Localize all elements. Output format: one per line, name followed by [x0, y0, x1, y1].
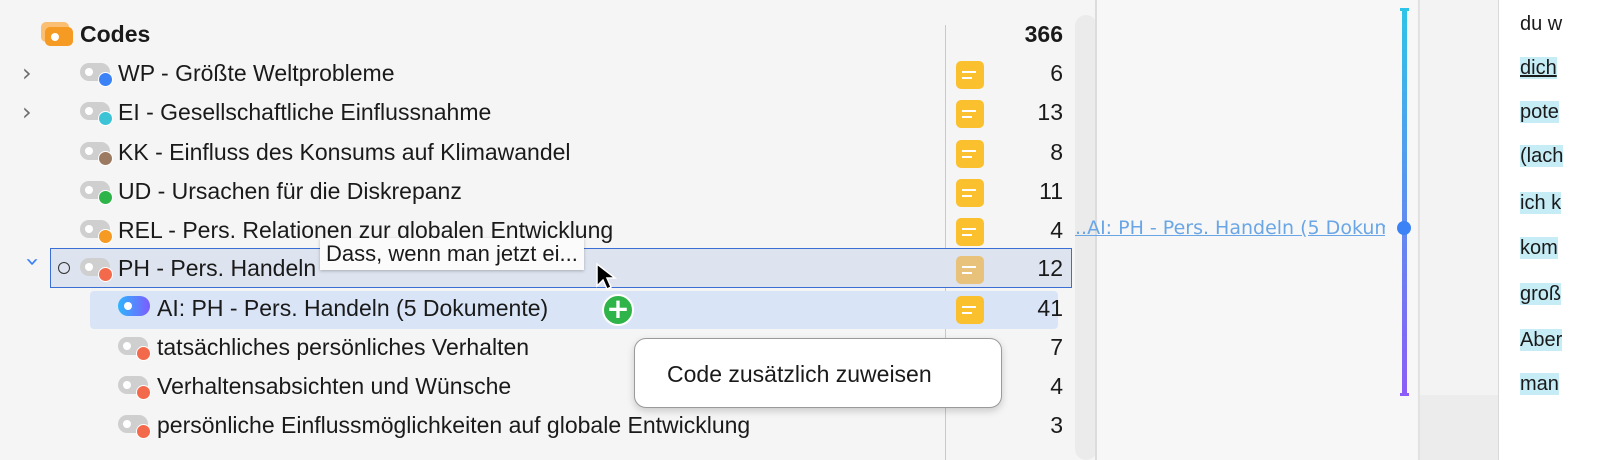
- memo-icon[interactable]: [956, 218, 984, 246]
- code-tag-icon: [118, 337, 151, 361]
- code-color-dot: [98, 72, 113, 87]
- code-color-dot: [98, 190, 113, 205]
- code-tag-icon: [80, 258, 113, 282]
- document-line: (lach: [1520, 145, 1564, 167]
- coding-stripe-bottom: [1400, 393, 1409, 396]
- code-color-dot: [136, 424, 151, 439]
- assign-code-popup[interactable]: Code zusätzlich zuweisen: [634, 338, 1002, 408]
- code-row-wp[interactable]: › WP - Größte Weltprobleme 6: [0, 53, 1075, 93]
- chevron-down-icon[interactable]: ›: [19, 257, 47, 279]
- document-line: man: [1520, 373, 1559, 395]
- code-label: Verhaltensabsichten und Wünsche: [157, 373, 512, 399]
- code-label: WP - Größte Weltprobleme: [118, 60, 395, 86]
- memo-icon[interactable]: [956, 179, 984, 207]
- code-color-dot: [136, 346, 151, 361]
- code-count: 11: [1039, 178, 1063, 204]
- memo-icon[interactable]: [956, 256, 984, 284]
- code-label: KK - Einfluss des Konsums auf Klimawande…: [118, 139, 571, 165]
- code-count: 12: [1037, 255, 1063, 281]
- code-tag-icon: [80, 63, 113, 87]
- code-row-ei[interactable]: › EI - Gesellschaftliche Einflussnahme 1…: [0, 92, 1075, 132]
- memo-icon[interactable]: [956, 100, 984, 128]
- code-tag-icon: [80, 181, 113, 205]
- code-row-einfluss[interactable]: persönliche Einflussmöglichkeiten auf gl…: [0, 405, 1075, 445]
- memo-icon[interactable]: [956, 140, 984, 168]
- code-count: 7: [1050, 334, 1063, 360]
- coding-stripe-handle[interactable]: [1397, 221, 1411, 235]
- assign-code-menu-item[interactable]: Code zusätzlich zuweisen: [667, 361, 932, 387]
- code-count: 3: [1050, 412, 1063, 438]
- codes-total-count: 366: [1024, 21, 1063, 47]
- code-label: PH - Pers. Handeln: [118, 255, 317, 281]
- document-line: Aber: [1520, 329, 1563, 351]
- code-count: 4: [1050, 217, 1063, 243]
- code-label: persönliche Einflussmöglichkeiten auf gl…: [157, 412, 751, 438]
- code-tag-icon: [118, 376, 151, 400]
- code-row-ai-ph[interactable]: AI: PH - Pers. Handeln (5 Dokumente) 41: [0, 288, 1075, 328]
- coding-stripe-top: [1400, 8, 1409, 11]
- memo-icon[interactable]: [956, 296, 984, 324]
- add-code-plus-icon: +: [602, 294, 634, 326]
- chevron-right-icon[interactable]: ›: [22, 61, 44, 85]
- code-count: 13: [1037, 99, 1063, 125]
- code-count: 41: [1037, 295, 1063, 321]
- code-row-kk[interactable]: KK - Einfluss des Konsums auf Klimawande…: [0, 132, 1075, 172]
- code-color-dot: [98, 111, 113, 126]
- code-row-ud[interactable]: UD - Ursachen für die Diskrepanz 11: [0, 171, 1075, 211]
- chevron-right-icon[interactable]: ›: [22, 100, 44, 124]
- document-line: pote: [1520, 101, 1559, 123]
- code-label: AI: PH - Pers. Handeln (5 Dokumente): [157, 295, 549, 321]
- code-label: UD - Ursachen für die Diskrepanz: [118, 178, 462, 204]
- coded-segment-link[interactable]: ..AI: PH - Pers. Handeln (5 Dokumente): [1075, 217, 1385, 239]
- code-count: 8: [1050, 139, 1063, 165]
- document-line: dich: [1520, 57, 1557, 79]
- code-color-dot: [98, 229, 113, 244]
- code-count: 6: [1050, 60, 1063, 86]
- code-tag-icon: [80, 142, 113, 166]
- document-gutter-lower: [1420, 395, 1498, 460]
- drag-tooltip: Dass, wenn man jetzt ei...: [320, 238, 584, 270]
- coding-stripe[interactable]: [1402, 8, 1407, 396]
- code-tag-icon: [80, 102, 113, 126]
- code-color-dot: [136, 385, 151, 400]
- code-label: EI - Gesellschaftliche Einflussnahme: [118, 99, 492, 125]
- drop-indicator-icon: [58, 262, 70, 274]
- document-line: kom: [1520, 237, 1558, 259]
- document-line: du w: [1520, 13, 1563, 35]
- document-line: ich k: [1520, 192, 1562, 214]
- mouse-cursor-icon: [596, 262, 618, 291]
- code-count: 4: [1050, 373, 1063, 399]
- codes-header[interactable]: Codes 366: [0, 14, 1075, 54]
- code-tag-icon: [80, 220, 113, 244]
- code-color-dot: [98, 151, 113, 166]
- memo-icon[interactable]: [956, 61, 984, 89]
- codes-title: Codes: [80, 21, 151, 47]
- code-tag-icon: [118, 415, 151, 439]
- document-gutter: [1420, 0, 1498, 460]
- document-line: groß: [1520, 283, 1562, 305]
- code-label: tatsächliches persönliches Verhalten: [157, 334, 530, 360]
- code-color-dot: [98, 267, 113, 282]
